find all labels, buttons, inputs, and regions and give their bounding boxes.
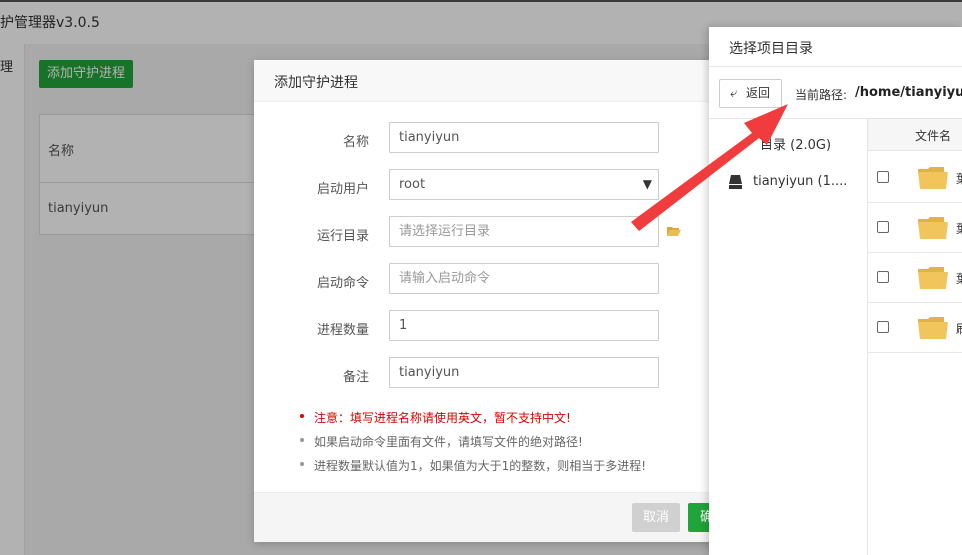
bullet-icon bbox=[300, 462, 304, 466]
current-path-value: /home/tianyiyun bbox=[855, 85, 962, 100]
command-input[interactable]: 请输入启动命令 bbox=[389, 263, 659, 294]
dialog-title: 添加守护进程 bbox=[274, 75, 358, 91]
name-label: 名称 bbox=[342, 135, 369, 150]
panel-title: 选择项目目录 bbox=[729, 41, 813, 57]
name-input[interactable]: tianyiyun bbox=[389, 122, 659, 153]
back-button[interactable]: ⤶ 返回 bbox=[719, 79, 782, 108]
file-name-column-header: 文件名 bbox=[915, 129, 952, 143]
cancel-button[interactable]: 取消 bbox=[632, 503, 680, 532]
count-input[interactable]: 1 bbox=[389, 310, 659, 341]
file-name[interactable]: 葉 bbox=[956, 270, 962, 287]
file-name[interactable]: 葉 bbox=[956, 220, 962, 237]
remark-label: 备注 bbox=[342, 370, 369, 385]
row-checkbox[interactable] bbox=[877, 321, 889, 333]
count-label: 进程数量 bbox=[316, 323, 369, 338]
back-arrow-icon: ⤶ bbox=[730, 86, 738, 101]
user-select-value: root bbox=[399, 177, 426, 192]
folder-icon bbox=[918, 267, 948, 289]
row-divider bbox=[868, 302, 962, 303]
file-name[interactable]: 葉 bbox=[956, 170, 962, 187]
row-checkbox[interactable] bbox=[877, 271, 889, 283]
back-label: 返回 bbox=[746, 86, 771, 100]
tree-root-item[interactable]: 目录 (2.0G) bbox=[760, 134, 831, 153]
hard-drive-icon bbox=[729, 175, 742, 189]
remark-input[interactable]: tianyiyun bbox=[389, 357, 659, 388]
row-checkbox[interactable] bbox=[877, 171, 889, 183]
folder-icon bbox=[918, 167, 948, 189]
run-dir-label: 运行目录 bbox=[316, 229, 369, 244]
tip-warning-text: 注意：填写进程名称请使用英文，暂不支持中文! bbox=[314, 411, 571, 425]
user-select[interactable]: root ▼ bbox=[389, 169, 659, 200]
tip-text: 进程数量默认值为1，如果值为大于1的整数，则相当于多进程! bbox=[314, 459, 647, 473]
chevron-down-icon: ▼ bbox=[642, 177, 652, 191]
row-divider bbox=[868, 352, 962, 353]
tip-text: 如果启动命令里面有文件，请填写文件的绝对路径! bbox=[314, 435, 583, 449]
current-path-label: 当前路径: bbox=[795, 88, 848, 102]
row-divider bbox=[868, 202, 962, 203]
folder-icon bbox=[918, 217, 948, 239]
user-label: 启动用户 bbox=[316, 182, 369, 197]
file-name[interactable]: 刷 bbox=[956, 320, 962, 337]
divider bbox=[709, 66, 962, 67]
command-label: 启动命令 bbox=[316, 276, 369, 291]
row-divider bbox=[868, 252, 962, 253]
folder-icon bbox=[918, 317, 948, 339]
tip-warning: 注意：填写进程名称请使用英文，暂不支持中文! bbox=[300, 409, 571, 426]
row-checkbox[interactable] bbox=[877, 221, 889, 233]
tip-item: 进程数量默认值为1，如果值为大于1的整数，则相当于多进程! bbox=[300, 457, 647, 474]
tip-item: 如果启动命令里面有文件，请填写文件的绝对路径! bbox=[300, 433, 583, 450]
bullet-icon bbox=[300, 414, 304, 418]
tree-item-tianyiyun[interactable]: tianyiyun (1.... bbox=[753, 174, 847, 189]
run-dir-input[interactable]: 请选择运行目录 bbox=[389, 216, 659, 247]
bullet-icon bbox=[300, 438, 304, 442]
folder-open-icon[interactable] bbox=[667, 226, 681, 236]
